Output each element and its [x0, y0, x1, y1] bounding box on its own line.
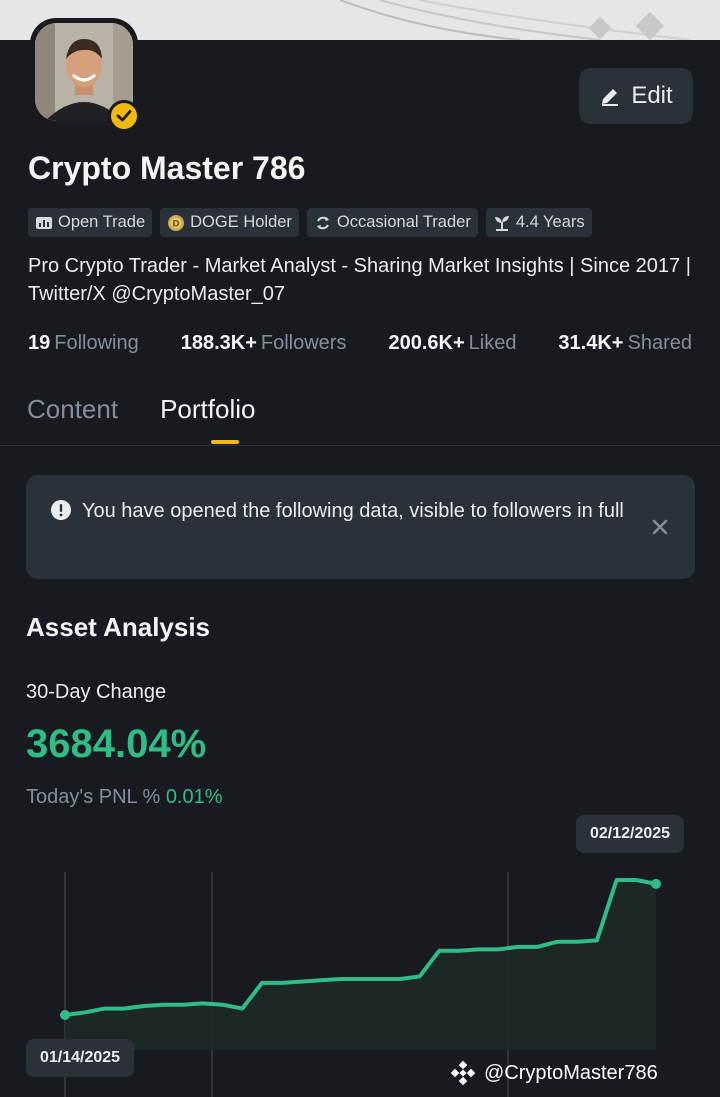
active-tab-indicator — [211, 440, 239, 444]
tag-open-trade[interactable]: Open Trade — [28, 208, 153, 237]
profile-name: Crypto Master 786 — [28, 150, 306, 186]
change-label: 30-Day Change — [26, 681, 167, 703]
pnl-label: Today's PNL % — [26, 786, 161, 808]
profile-tags: Open Trade D DOGE Holder Occasional Trad… — [28, 208, 592, 237]
chart-endpoint — [651, 878, 661, 889]
tab-portfolio[interactable]: Portfolio — [160, 394, 255, 425]
notice-text: You have opened the following data, visi… — [82, 500, 624, 522]
stat-value: 31.4K+ — [558, 332, 624, 354]
stat-shared: 31.4K+ Shared — [558, 332, 692, 355]
start-date-label: 01/14/2025 — [26, 1039, 135, 1077]
stat-value: 19 — [28, 332, 51, 354]
todays-pnl: Today's PNL % 0.01% — [26, 786, 223, 809]
sprout-icon — [494, 215, 509, 231]
svg-text:D: D — [172, 219, 179, 229]
close-icon[interactable] — [650, 517, 670, 537]
change-value: 3684.04% — [26, 722, 207, 766]
binance-logo-icon — [450, 1060, 476, 1086]
visibility-notice: You have opened the following data, visi… — [26, 475, 695, 579]
watermark-text: @CryptoMaster786 — [484, 1061, 658, 1084]
stat-following[interactable]: 19 Following — [28, 332, 139, 355]
profile-bio: Pro Crypto Trader - Market Analyst - Sha… — [28, 255, 691, 305]
tag-label: DOGE Holder — [190, 213, 292, 231]
chart-area-fill — [65, 880, 656, 1050]
stat-label: Following — [54, 332, 139, 354]
chart-endpoint — [60, 1010, 70, 1020]
tag-years[interactable]: 4.4 Years — [485, 208, 592, 237]
end-date-tooltip: 02/12/2025 — [576, 815, 685, 853]
trader-cycle-icon — [316, 216, 329, 229]
info-alert-icon — [51, 500, 71, 520]
pnl-value: 0.01% — [165, 786, 223, 808]
stat-label: Liked — [468, 332, 517, 354]
profile-tabs: Content Portfolio — [27, 394, 255, 425]
tag-occasional-trader[interactable]: Occasional Trader — [306, 208, 478, 237]
edit-profile-button[interactable]: Edit — [579, 68, 693, 124]
stat-value: 200.6K+ — [388, 332, 465, 354]
edit-pencil-icon — [602, 89, 619, 106]
stat-value: 188.3K+ — [180, 332, 257, 354]
doge-coin-icon: D — [168, 214, 185, 231]
stat-followers[interactable]: 188.3K+ Followers — [181, 332, 347, 355]
tag-doge-holder[interactable]: D DOGE Holder — [160, 208, 299, 237]
profile-stats: 19 Following 188.3K+ Followers 200.6K+ Like… — [28, 332, 692, 355]
edit-label: Edit — [631, 82, 673, 109]
tag-label: Occasional Trader — [336, 213, 471, 231]
verified-badge-icon — [108, 100, 140, 132]
watermark: @CryptoMaster786 — [450, 1060, 658, 1086]
stat-label: Followers — [260, 332, 347, 354]
stat-label: Shared — [627, 332, 692, 354]
tag-label: 4.4 Years — [515, 213, 585, 231]
asset-analysis-title: Asset Analysis — [26, 612, 211, 642]
tag-label: Open Trade — [58, 213, 146, 231]
stat-liked: 200.6K+ Liked — [388, 332, 516, 355]
open-trade-icon — [36, 216, 52, 229]
tab-content[interactable]: Content — [27, 394, 118, 425]
tabs-divider — [0, 445, 720, 446]
